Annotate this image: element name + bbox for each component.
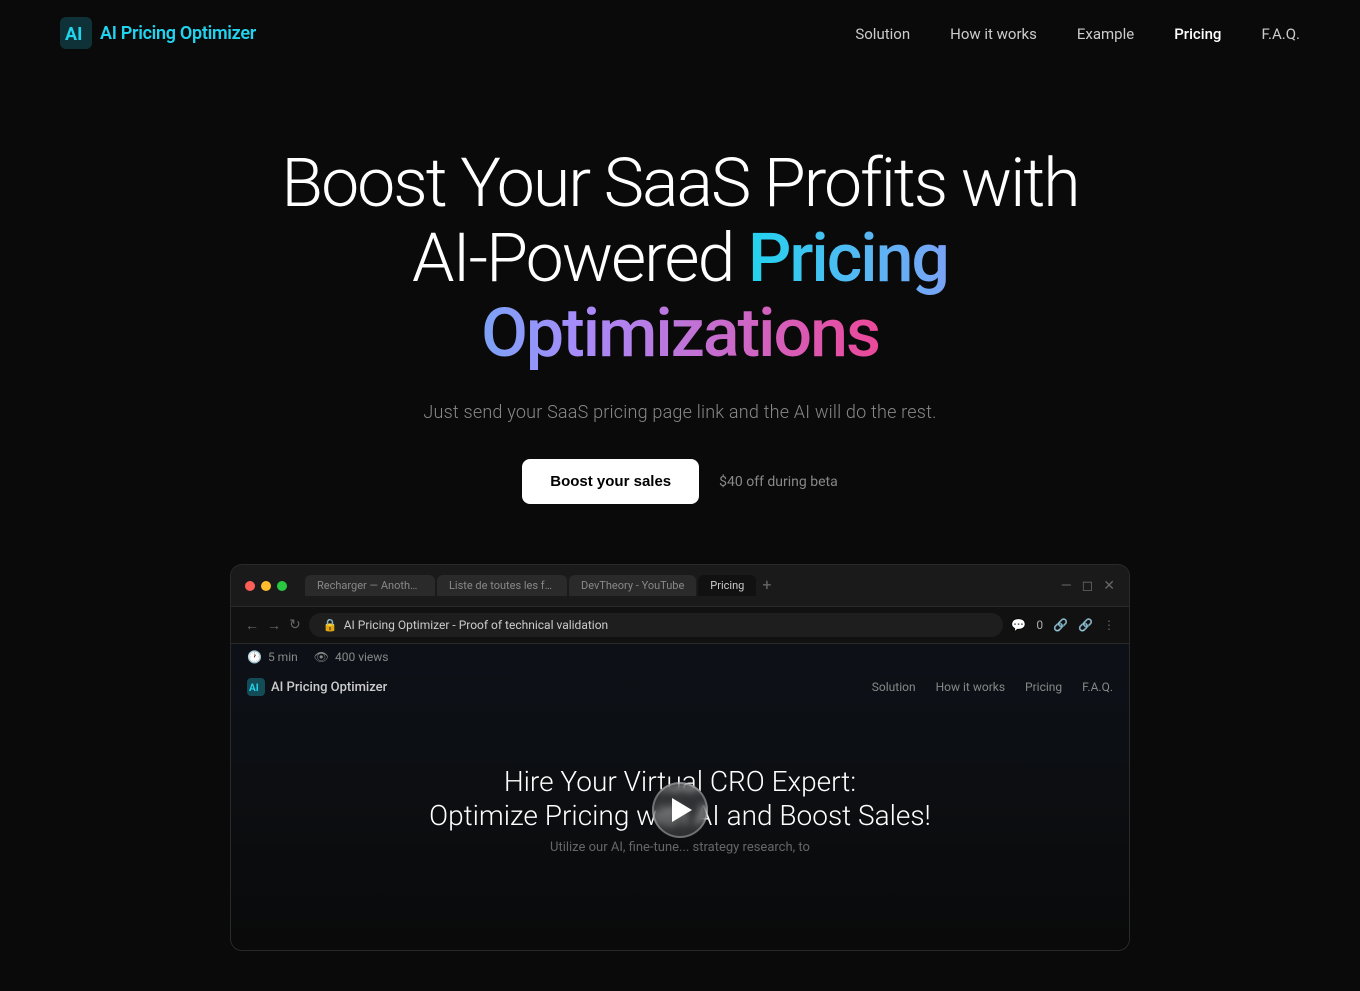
navbar: AI AI Pricing Optimizer Solution How it … — [0, 0, 1360, 66]
share-icon[interactable]: 🔗 — [1078, 618, 1093, 632]
clock-icon: 🕐 — [247, 650, 262, 664]
nav-item-pricing[interactable]: Pricing — [1174, 24, 1221, 43]
address-bar[interactable]: 🔒 AI Pricing Optimizer - Proof of techni… — [309, 613, 1004, 637]
nav-item-solution[interactable]: Solution — [855, 24, 910, 43]
inner-nav-links: Solution How it works Pricing F.A.Q. — [872, 680, 1113, 694]
maximize-dot[interactable] — [277, 581, 287, 591]
nav-links: Solution How it works Example Pricing F.… — [855, 24, 1300, 43]
tab-1[interactable]: Liste de toutes les formations : — [437, 575, 567, 596]
video-container: Recharger — Another ChatG... Liste de to… — [230, 564, 1130, 951]
hero-title: Boost Your SaaS Profits with AI-Powered … — [230, 146, 1130, 370]
beta-badge: $40 off during beta — [719, 474, 838, 490]
refresh-button[interactable]: ↻ — [289, 617, 301, 633]
close-dot[interactable] — [245, 581, 255, 591]
svg-text:AI: AI — [249, 683, 259, 694]
minimize-button[interactable]: — — [1061, 578, 1072, 594]
chat-icon[interactable]: 💬 — [1011, 618, 1026, 632]
logo-text: AI Pricing Optimizer — [100, 23, 256, 44]
eye-icon: 👁 — [314, 650, 329, 664]
address-bar-actions: 💬 0 🔗 🔗 ⋮ — [1011, 618, 1115, 632]
forward-button[interactable]: → — [267, 617, 281, 634]
browser-traffic-lights — [245, 581, 287, 591]
inner-logo-icon: AI — [247, 678, 265, 696]
hero-cta: Boost your sales $40 off during beta — [522, 459, 837, 504]
close-button[interactable]: ✕ — [1103, 578, 1115, 594]
boost-sales-button[interactable]: Boost your sales — [522, 459, 699, 504]
hero-subtitle: Just send your SaaS pricing page link an… — [423, 402, 936, 423]
views-info: 👁 400 views — [314, 650, 389, 664]
logo[interactable]: AI AI Pricing Optimizer — [60, 17, 256, 49]
nav-item-howitworks[interactable]: How it works — [950, 24, 1037, 43]
video-subtitle: Utilize our AI, fine-tune... strategy re… — [429, 840, 931, 855]
link-icon[interactable]: 🔗 — [1053, 618, 1068, 632]
nav-item-faq[interactable]: F.A.Q. — [1261, 24, 1300, 43]
browser-controls: — ◻ ✕ — [1061, 578, 1115, 594]
hero-section: Boost Your SaaS Profits with AI-Powered … — [0, 66, 1360, 991]
browser-tabs: Recharger — Another ChatG... Liste de to… — [305, 575, 1053, 596]
video-content: AI AI Pricing Optimizer Solution How it … — [231, 670, 1129, 950]
new-tab-button[interactable]: + — [762, 575, 771, 596]
video-views: 400 views — [335, 650, 389, 664]
tab-3-active[interactable]: Pricing — [698, 575, 756, 596]
video-meta-bar: 🕐 5 min 👁 400 views — [231, 644, 1129, 670]
tab-0[interactable]: Recharger — Another ChatG... — [305, 575, 435, 596]
inner-logo: AI AI Pricing Optimizer — [247, 678, 387, 696]
address-bar-row: ← → ↻ 🔒 AI Pricing Optimizer - Proof of … — [231, 607, 1129, 644]
minimize-dot[interactable] — [261, 581, 271, 591]
video-duration: 5 min — [268, 650, 298, 664]
duration-info: 🕐 5 min — [247, 650, 298, 664]
comment-count: 0 — [1036, 618, 1043, 632]
tab-2[interactable]: DevTheory - YouTube — [569, 575, 696, 596]
more-options-icon[interactable]: ⋮ — [1103, 618, 1115, 632]
logo-icon: AI — [60, 17, 92, 49]
inner-header: AI AI Pricing Optimizer Solution How it … — [231, 670, 1129, 704]
browser-chrome: Recharger — Another ChatG... Liste de to… — [231, 565, 1129, 607]
play-icon — [672, 798, 692, 822]
back-button[interactable]: ← — [245, 617, 259, 634]
play-button[interactable] — [652, 782, 708, 838]
svg-text:AI: AI — [65, 24, 82, 45]
nav-item-example[interactable]: Example — [1077, 24, 1134, 43]
restore-button[interactable]: ◻ — [1082, 578, 1094, 594]
